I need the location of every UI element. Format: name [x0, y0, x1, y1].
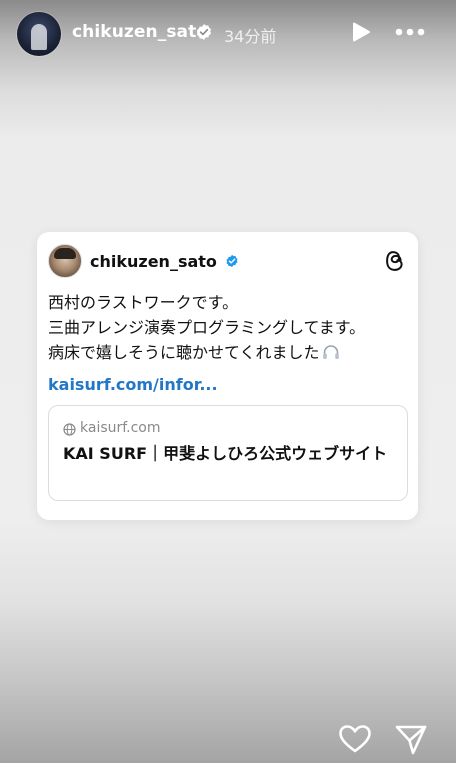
post-text-line: 西村のラストワークです。: [48, 293, 239, 312]
link-domain: kaisurf.com: [80, 420, 161, 436]
threads-icon: [386, 251, 403, 271]
post-timestamp: 34分前: [224, 27, 277, 46]
header-username[interactable]: chikuzen_sato: [72, 22, 208, 42]
post-text: 西村のラストワークです。 三曲アレンジ演奏プログラミングしてます。 病床で嬉しそ…: [48, 290, 408, 365]
more-icon[interactable]: [394, 26, 426, 38]
link-title: KAI SURF｜甲斐よしひろ公式ウェブサイト: [63, 444, 388, 463]
headphones-icon: [322, 345, 339, 359]
verified-badge-icon: [196, 24, 212, 40]
play-icon[interactable]: [350, 20, 372, 44]
story-header: chikuzen_sato 34分前: [0, 0, 456, 64]
globe-icon: [63, 423, 76, 436]
link-preview-card[interactable]: kaisurf.com KAI SURF｜甲斐よしひろ公式ウェブサイト: [48, 405, 408, 501]
post-text-line: 病床で嬉しそうに聴かせてくれました: [48, 343, 320, 362]
heart-icon[interactable]: [338, 724, 372, 754]
send-icon[interactable]: [394, 722, 428, 756]
threads-post-card[interactable]: chikuzen_sato 西村のラストワークです。 三曲アレンジ演奏プログラミ…: [37, 232, 418, 520]
post-text-line: 三曲アレンジ演奏プログラミングしてます。: [48, 318, 366, 337]
post-link[interactable]: kaisurf.com/infor...: [48, 375, 218, 394]
verified-badge-icon: [226, 254, 238, 268]
profile-avatar[interactable]: [17, 12, 61, 56]
card-avatar: [48, 244, 82, 278]
card-username: chikuzen_sato: [90, 252, 217, 271]
